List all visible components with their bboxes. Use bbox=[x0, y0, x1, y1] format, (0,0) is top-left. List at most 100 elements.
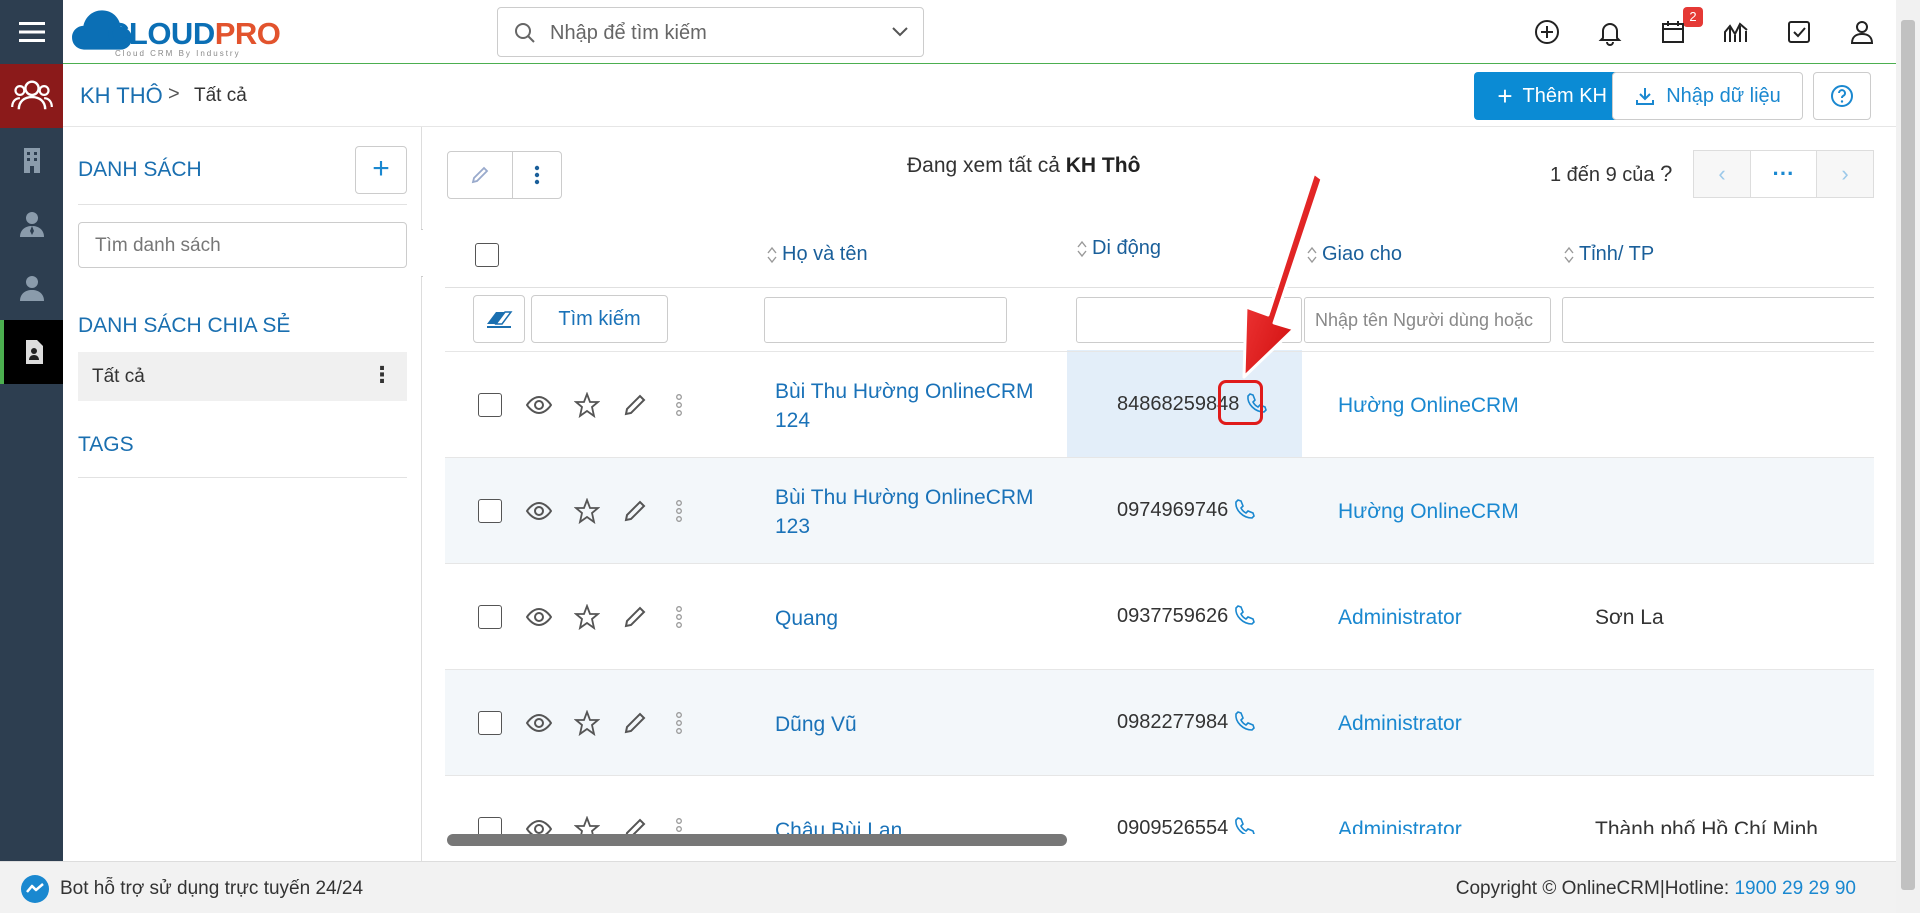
star-icon[interactable] bbox=[574, 392, 600, 418]
row-mobile: 0909526554 bbox=[1117, 817, 1229, 834]
row-assigned-link[interactable]: Administrator bbox=[1338, 818, 1462, 834]
next-page-button[interactable]: › bbox=[1816, 150, 1874, 198]
column-header-name[interactable]: Họ và tên bbox=[766, 243, 868, 266]
row-checkbox[interactable] bbox=[478, 499, 502, 523]
row-assigned-link[interactable]: Hường OnlineCRM bbox=[1338, 394, 1519, 418]
eye-icon[interactable] bbox=[526, 498, 552, 524]
row-assigned-link[interactable]: Hường OnlineCRM bbox=[1338, 500, 1519, 524]
more-icon[interactable] bbox=[675, 498, 683, 524]
person-icon bbox=[19, 276, 44, 301]
vertical-scrollbar[interactable] bbox=[1896, 0, 1920, 913]
more-actions-button[interactable] bbox=[512, 151, 562, 199]
column-header-name-label: Họ và tên bbox=[782, 243, 868, 265]
pencil-icon[interactable] bbox=[622, 604, 648, 630]
column-header-mobile[interactable]: Di động bbox=[1076, 237, 1161, 260]
star-icon[interactable] bbox=[574, 710, 600, 736]
row-name-link[interactable]: Bùi Thu Hường OnlineCRM 123 bbox=[775, 483, 1045, 541]
hotline-link[interactable]: 1900 29 29 90 bbox=[1734, 878, 1856, 899]
paging-total[interactable]: ? bbox=[1660, 161, 1672, 186]
help-button[interactable] bbox=[1813, 72, 1871, 120]
page-menu-button[interactable]: ··· bbox=[1750, 150, 1817, 198]
phone-icon[interactable] bbox=[1233, 498, 1255, 520]
user-icon[interactable] bbox=[1848, 18, 1876, 46]
rail-item-documents[interactable] bbox=[0, 320, 63, 384]
row-name-link[interactable]: Quang bbox=[775, 604, 1045, 633]
filter-search-label: Tìm kiếm bbox=[558, 307, 641, 330]
row-checkbox[interactable] bbox=[478, 605, 502, 629]
add-list-button[interactable]: + bbox=[355, 146, 407, 194]
phone-icon[interactable] bbox=[1233, 816, 1255, 834]
users-icon bbox=[10, 80, 53, 110]
horizontal-scrollbar[interactable] bbox=[447, 834, 1067, 846]
pencil-icon[interactable] bbox=[622, 816, 648, 834]
chevron-down-icon[interactable] bbox=[891, 25, 909, 39]
more-icon[interactable]: ⋮ bbox=[371, 362, 393, 388]
prev-page-button[interactable]: ‹ bbox=[1693, 150, 1751, 198]
annotation-highlight-box bbox=[1218, 380, 1263, 425]
clear-filter-button[interactable] bbox=[473, 295, 525, 343]
phone-icon[interactable] bbox=[1233, 604, 1255, 626]
more-icon[interactable] bbox=[675, 710, 683, 736]
select-all-checkbox[interactable] bbox=[475, 243, 499, 267]
row-mobile: 0974969746 bbox=[1117, 499, 1229, 521]
column-header-city[interactable]: Tỉnh/ TP bbox=[1563, 243, 1654, 266]
import-button[interactable]: Nhập dữ liệu bbox=[1612, 72, 1803, 120]
rail-item-organizations[interactable] bbox=[0, 128, 63, 192]
star-icon[interactable] bbox=[574, 816, 600, 834]
search-input[interactable]: Nhập để tìm kiếm bbox=[550, 22, 707, 45]
menu-button[interactable] bbox=[0, 0, 63, 64]
logo[interactable]: CLOUDPRO Cloud CRM By Industry bbox=[71, 6, 301, 58]
breadcrumb-module[interactable]: KH THÔ bbox=[80, 83, 163, 109]
row-name-link[interactable]: Bùi Thu Hường OnlineCRM 124 bbox=[775, 377, 1045, 435]
list-item-all[interactable]: Tất cả ⋮ bbox=[78, 352, 407, 401]
row-checkbox[interactable] bbox=[478, 711, 502, 735]
eye-icon[interactable] bbox=[526, 604, 552, 630]
building-icon bbox=[23, 148, 40, 173]
rail-item-users[interactable] bbox=[0, 256, 63, 320]
row-checkbox[interactable] bbox=[478, 817, 502, 834]
row-name-link[interactable]: Dũng Vũ bbox=[775, 710, 1045, 739]
row-assigned-link[interactable]: Administrator bbox=[1338, 606, 1462, 630]
star-icon[interactable] bbox=[574, 498, 600, 524]
filter-city-input[interactable] bbox=[1562, 297, 1874, 343]
row-name-link[interactable]: Châu Bùi Lan bbox=[775, 816, 1045, 834]
scrollbar-thumb[interactable] bbox=[1901, 20, 1915, 890]
messenger-icon[interactable] bbox=[20, 874, 50, 904]
filter-assigned-input[interactable]: Nhập tên Người dùng hoặc bbox=[1304, 297, 1551, 343]
phone-icon[interactable] bbox=[1233, 710, 1255, 732]
table-row: Dũng Vũ 0982277984 Administrator bbox=[445, 669, 1874, 775]
row-checkbox[interactable] bbox=[478, 393, 502, 417]
table-row: Bùi Thu Hường OnlineCRM 123 0974969746 H… bbox=[445, 457, 1874, 563]
list-item-label: Tất cả bbox=[92, 366, 145, 387]
eye-icon[interactable] bbox=[526, 816, 552, 834]
list-search-input[interactable]: Tìm danh sách bbox=[78, 222, 407, 268]
star-icon[interactable] bbox=[574, 604, 600, 630]
pencil-icon[interactable] bbox=[622, 498, 648, 524]
plus-circle-icon[interactable] bbox=[1533, 18, 1561, 46]
header-divider bbox=[445, 287, 1874, 288]
search-icon bbox=[515, 23, 535, 43]
more-icon[interactable] bbox=[675, 392, 683, 418]
rail-item-contacts[interactable] bbox=[0, 192, 63, 256]
more-icon[interactable] bbox=[675, 816, 683, 834]
more-icon[interactable] bbox=[675, 604, 683, 630]
table-rows: Bùi Thu Hường OnlineCRM 124 84868259848 … bbox=[423, 351, 1874, 834]
eye-icon[interactable] bbox=[526, 392, 552, 418]
view-caption: Đang xem tất cả KH Thô bbox=[907, 154, 1140, 178]
calendar-icon[interactable] bbox=[1659, 18, 1687, 46]
row-assigned-link[interactable]: Administrator bbox=[1338, 712, 1462, 736]
edit-button[interactable] bbox=[447, 151, 513, 199]
pencil-icon[interactable] bbox=[622, 392, 648, 418]
bell-icon[interactable] bbox=[1596, 18, 1624, 46]
sort-icon bbox=[767, 246, 777, 263]
paging-range: 1 đến 9 của bbox=[1550, 164, 1655, 186]
checkbox-icon[interactable] bbox=[1785, 18, 1813, 46]
rail-item-leads[interactable] bbox=[0, 64, 63, 128]
global-search[interactable]: Nhập để tìm kiếm bbox=[497, 7, 924, 57]
filter-search-button[interactable]: Tìm kiếm bbox=[531, 295, 668, 343]
eye-icon[interactable] bbox=[526, 710, 552, 736]
chart-icon[interactable] bbox=[1722, 18, 1750, 46]
pencil-icon[interactable] bbox=[622, 710, 648, 736]
eraser-icon bbox=[487, 311, 513, 328]
filter-name-input[interactable] bbox=[764, 297, 1007, 343]
